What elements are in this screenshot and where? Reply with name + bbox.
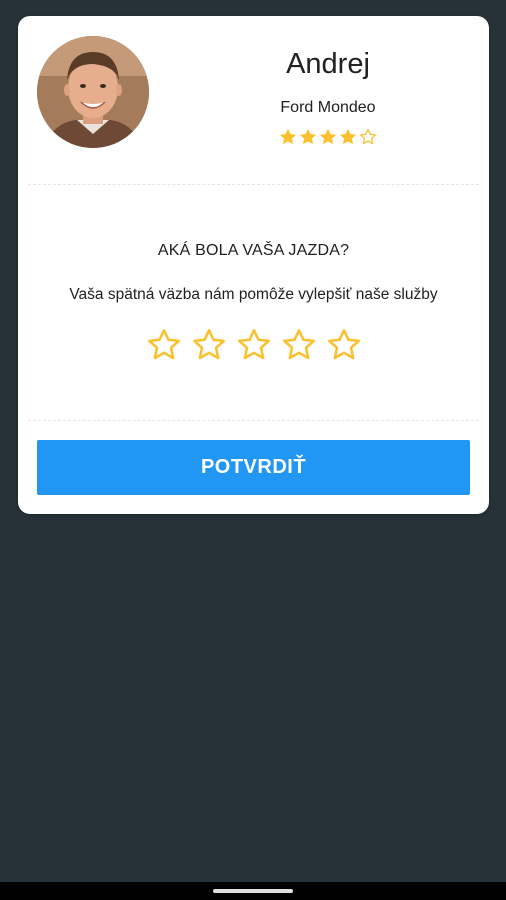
trip-rating-input — [18, 327, 489, 363]
divider — [28, 184, 479, 185]
rating-question: AKÁ BOLA VAŠA JAZDA? — [157, 242, 350, 259]
star-outline-icon[interactable] — [326, 327, 362, 363]
driver-avatar — [37, 36, 149, 148]
star-outline-icon[interactable] — [281, 327, 317, 363]
star-outline-icon — [360, 129, 376, 145]
driver-name: Andrej — [286, 48, 370, 80]
driver-rating — [198, 128, 458, 146]
star-filled-icon — [320, 129, 336, 144]
star-outline-icon[interactable] — [236, 327, 272, 363]
rating-screen: Andrej Ford Mondeo AKÁ BOLA VAŠA JAZDA? … — [0, 0, 506, 900]
driver-info: Andrej Ford Mondeo — [18, 16, 489, 184]
system-navigation-bar — [0, 882, 506, 900]
star-filled-icon — [300, 129, 316, 144]
divider — [28, 420, 479, 421]
rating-card: Andrej Ford Mondeo AKÁ BOLA VAŠA JAZDA? … — [18, 16, 489, 514]
feedback-hint: Vaša spätná väzba nám pomôže vylepšiť na… — [69, 286, 438, 303]
star-outline-icon[interactable] — [191, 327, 227, 363]
confirm-button[interactable]: POTVRDIŤ — [37, 440, 470, 495]
car-model: Ford Mondeo — [280, 99, 376, 116]
star-outline-icon[interactable] — [146, 327, 182, 363]
star-filled-icon — [340, 129, 356, 144]
home-handle[interactable] — [213, 889, 293, 893]
star-filled-icon — [280, 129, 296, 144]
